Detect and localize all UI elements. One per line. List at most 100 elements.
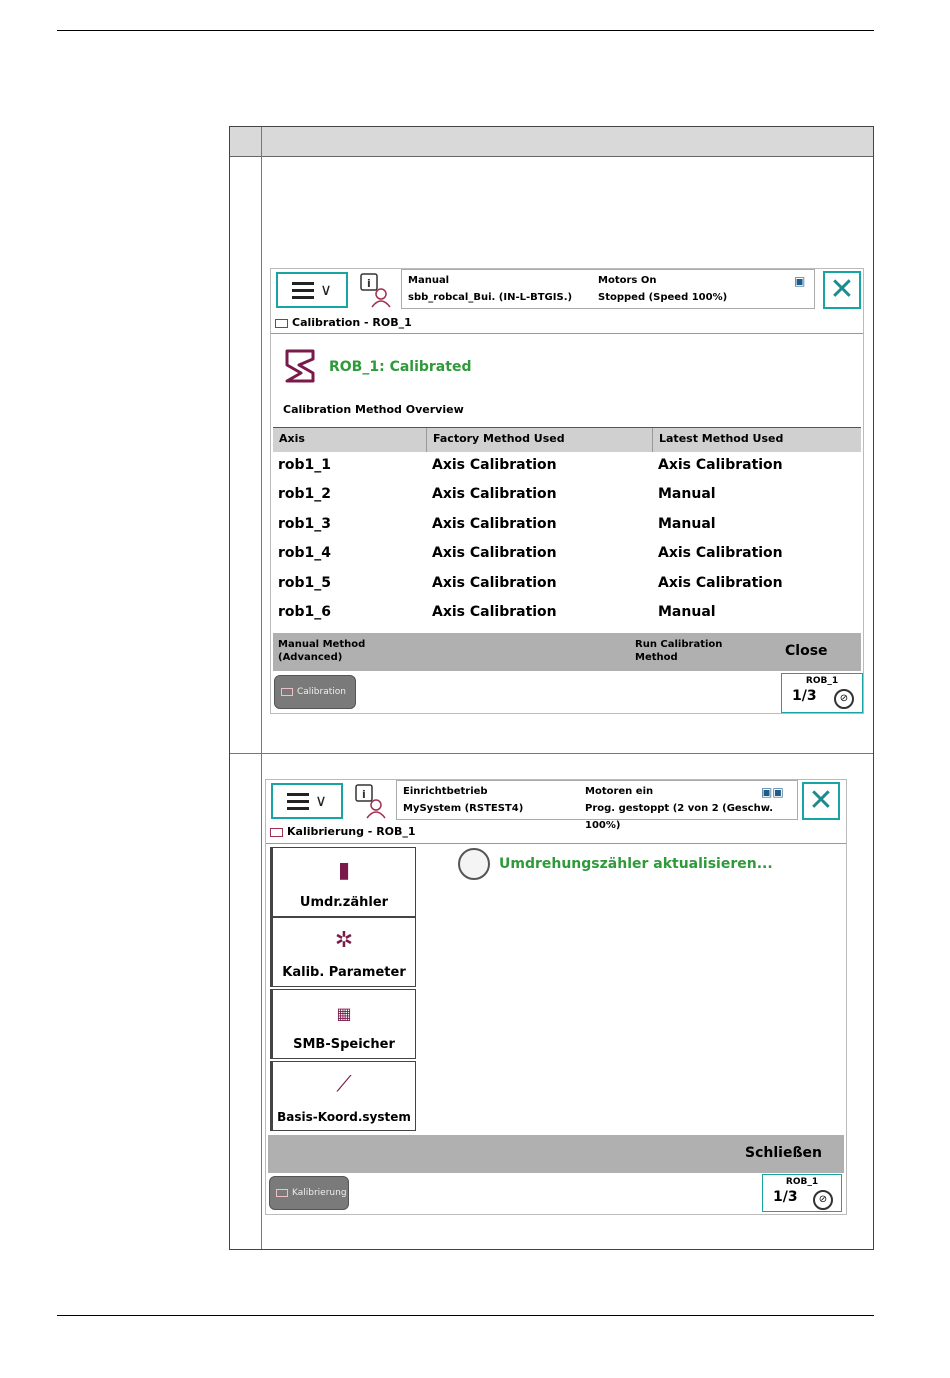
menu-icon: [292, 281, 315, 299]
table-row[interactable]: rob1_5 Axis Calibration Axis Calibration: [273, 569, 861, 598]
header-rule: [57, 30, 874, 31]
taskbar-app-label: Calibration: [297, 687, 346, 697]
quickset-robot-button[interactable]: ROB_1 1/3 ⊘: [781, 673, 863, 713]
top-bar: ∨ i Einrichtbetrieb MySystem (RSTEST4) Mo…: [266, 780, 846, 831]
grid-header: Axis Factory Method Used Latest Method U…: [273, 427, 861, 452]
chevron-down-icon: ∨: [315, 791, 327, 810]
window-title: Kalibrierung - ROB_1: [270, 825, 416, 838]
footer-rule: [57, 1315, 874, 1316]
calib-parameters-icon: ✲: [334, 928, 354, 953]
side-button-label: SMB-Speicher: [293, 1037, 395, 1052]
command-bar: Manual Method (Advanced) Run Calibration…: [273, 633, 861, 671]
robot-label: ROB_1: [785, 1177, 819, 1187]
smb-memory-icon: ▦: [336, 1004, 352, 1023]
update-message: Umdrehungszähler aktualisieren...: [499, 856, 773, 872]
table-header: [230, 127, 873, 157]
speed-fraction: 1/3: [792, 688, 817, 704]
factory-cell: Axis Calibration: [432, 457, 557, 473]
table-column-divider: [261, 127, 262, 1249]
latest-cell: Axis Calibration: [658, 545, 783, 561]
factory-cell: Axis Calibration: [432, 545, 557, 561]
program-state: Prog. gestoppt (2 von 2 (Geschw. 100%): [585, 803, 774, 831]
axis-cell: rob1_1: [278, 457, 332, 473]
latest-cell: Axis Calibration: [658, 457, 783, 473]
side-button-revolution-counter[interactable]: ▮ Umdr.zähler: [270, 847, 416, 917]
factory-cell: Axis Calibration: [432, 516, 557, 532]
latest-cell: Manual: [658, 486, 716, 502]
title-divider: [266, 843, 846, 844]
close-window-button[interactable]: ✕: [802, 782, 840, 820]
factory-cell: Axis Calibration: [432, 486, 557, 502]
axis-cell: rob1_4: [278, 545, 332, 561]
side-button-smb-memory[interactable]: ▦ SMB-Speicher: [270, 989, 416, 1059]
user-info-icon[interactable]: i: [359, 272, 393, 308]
robot-label: ROB_1: [805, 676, 839, 686]
overview-title: Calibration Method Overview: [283, 403, 464, 416]
operating-mode: Manual: [408, 275, 450, 286]
chevron-down-icon: ∨: [320, 280, 332, 299]
run-calibration-button[interactable]: Run Calibration Method: [635, 638, 745, 664]
robot-calibration-status: ROB_1: Calibrated: [329, 359, 472, 375]
column-axis[interactable]: Axis: [273, 428, 427, 452]
menu-icon: [287, 792, 310, 810]
base-frame-icon: ⟋: [336, 1072, 352, 1097]
robot-calibration-icon: [283, 347, 319, 385]
program-status-icon: ▣▣: [761, 785, 784, 799]
user-info-icon[interactable]: i: [354, 783, 388, 819]
operating-mode: Einrichtbetrieb: [403, 786, 488, 797]
calibration-app-icon: [281, 688, 293, 696]
window-title: Calibration - ROB_1: [275, 316, 412, 329]
run-mode-icon: ⊘: [834, 689, 854, 709]
title-divider: [271, 333, 863, 334]
svg-text:i: i: [362, 788, 366, 801]
schliessen-button[interactable]: Schließen: [745, 1145, 822, 1161]
revolution-counter-icon: ▮: [337, 858, 351, 883]
program-status-icon: ▣: [794, 274, 806, 288]
taskbar-kalibrierung-button[interactable]: Kalibrierung: [269, 1176, 349, 1210]
speed-fraction: 1/3: [773, 1189, 798, 1205]
manual-method-button[interactable]: Manual Method (Advanced): [278, 638, 388, 664]
latest-cell: Manual: [658, 516, 716, 532]
quickset-robot-button[interactable]: ROB_1 1/3 ⊘: [762, 1174, 842, 1212]
side-button-label: Umdr.zähler: [299, 895, 389, 910]
calibration-app-icon: [276, 1189, 288, 1197]
latest-cell: Manual: [658, 604, 716, 620]
taskbar-calibration-button[interactable]: Calibration: [274, 675, 356, 709]
table-row[interactable]: rob1_4 Axis Calibration Axis Calibration: [273, 539, 861, 568]
side-button-label: Basis-Koord.system: [277, 1110, 411, 1124]
table-row[interactable]: rob1_6 Axis Calibration Manual: [273, 598, 861, 627]
factory-cell: Axis Calibration: [432, 575, 557, 591]
column-factory-method[interactable]: Factory Method Used: [427, 428, 653, 452]
close-window-button[interactable]: ✕: [823, 271, 861, 309]
factory-cell: Axis Calibration: [432, 604, 557, 620]
calibration-app-icon: [275, 318, 288, 328]
table-row[interactable]: rob1_2 Axis Calibration Manual: [273, 480, 861, 509]
system-name: MySystem (RSTEST4): [403, 803, 524, 814]
close-button[interactable]: Close: [785, 643, 828, 659]
menu-button[interactable]: ∨: [271, 783, 343, 819]
close-icon: ✕: [808, 783, 834, 818]
status-panel[interactable]: Manual sbb_robcal_Bui. (IN-L-BTGIS.) Moto…: [401, 269, 815, 309]
menu-button[interactable]: ∨: [276, 272, 348, 308]
taskbar-app-label: Kalibrierung: [292, 1188, 347, 1198]
latest-cell: Axis Calibration: [658, 575, 783, 591]
command-bar: Schließen: [268, 1135, 844, 1173]
table-row[interactable]: rob1_1 Axis Calibration Axis Calibration: [273, 451, 861, 480]
calibration-app-icon: [270, 827, 283, 837]
axis-cell: rob1_3: [278, 516, 332, 532]
table-row-divider: [230, 753, 873, 754]
calibration-screenshot: ∨ i Manual sbb_robcal_Bui. (IN-L-BTGIS.) …: [270, 268, 864, 714]
status-panel[interactable]: Einrichtbetrieb MySystem (RSTEST4) Motore…: [396, 780, 798, 831]
table-row[interactable]: rob1_3 Axis Calibration Manual: [273, 510, 861, 539]
close-icon: ✕: [829, 272, 855, 307]
run-mode-icon: ⊘: [813, 1190, 833, 1210]
kalibrierung-screenshot: ∨ i Einrichtbetrieb MySystem (RSTEST4) Mo…: [265, 779, 847, 1215]
program-state: Stopped (Speed 100%): [598, 292, 728, 303]
side-button-calib-parameters[interactable]: ✲ Kalib. Parameter: [270, 917, 416, 987]
column-latest-method[interactable]: Latest Method Used: [653, 428, 861, 452]
side-button-base-frame[interactable]: ⟋ Basis-Koord.system: [270, 1061, 416, 1131]
top-bar: ∨ i Manual sbb_robcal_Bui. (IN-L-BTGIS.) …: [271, 269, 863, 313]
svg-text:i: i: [367, 277, 371, 290]
motor-status: Motors On: [598, 275, 657, 286]
axis-cell: rob1_5: [278, 575, 332, 591]
